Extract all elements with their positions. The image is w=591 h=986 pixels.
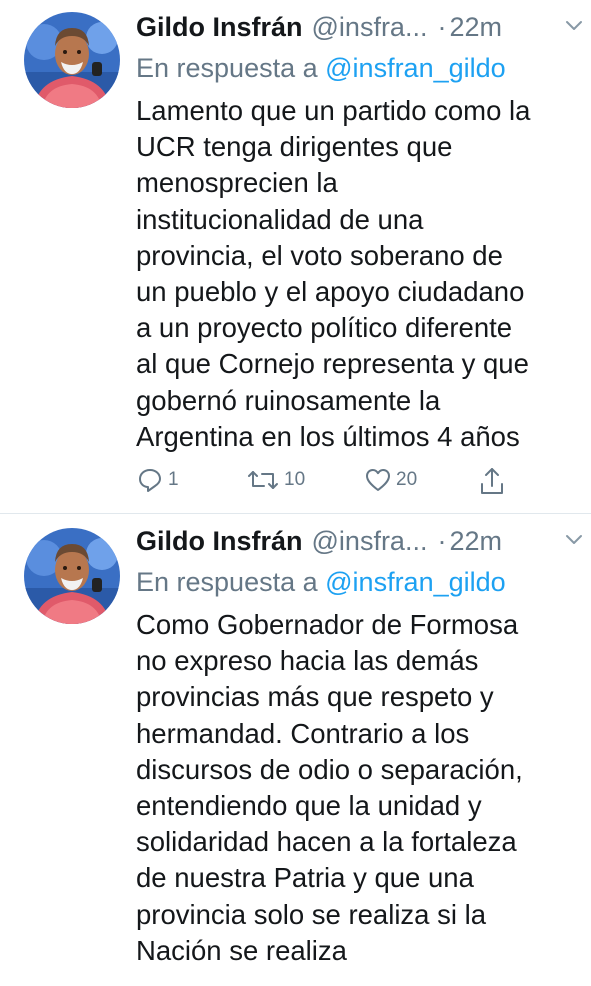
- author-handle[interactable]: @insfra...: [312, 12, 428, 43]
- like-count: 20: [396, 469, 418, 490]
- tweet[interactable]: Gildo Insfrán @insfra... · 22m En respue…: [0, 514, 591, 986]
- tweet-header: Gildo Insfrán @insfra... · 22m: [136, 6, 582, 48]
- tweet-text-line: entendiendo que la unidad y: [136, 790, 482, 822]
- tweet-text-line: provincias más que respeto y: [136, 681, 494, 713]
- reply-context: En respuesta a @insfran_gildo: [136, 564, 576, 600]
- author-name[interactable]: Gildo Insfrán: [136, 12, 303, 43]
- share-button[interactable]: [478, 466, 506, 496]
- tweet-header: Gildo Insfrán @insfra... · 22m: [136, 520, 582, 562]
- timestamp[interactable]: 22m: [449, 526, 502, 557]
- author-handle[interactable]: @insfra...: [312, 526, 428, 557]
- tweet-content: Gildo Insfrán @insfra... · 22m En respue…: [136, 520, 582, 969]
- separator-dot: ·: [437, 525, 447, 556]
- reply-count: 1: [168, 469, 179, 490]
- tweet-text-line: hermandad. Contrario a los: [136, 717, 470, 749]
- tweet-text-line: Lamento que un partido como la: [136, 95, 531, 126]
- tweet-text-line: UCR tenga dirigentes que: [136, 131, 453, 163]
- avatar-image: [24, 12, 120, 108]
- retweet-button[interactable]: 10: [246, 466, 305, 494]
- tweet-text-line: gobernó ruinosamente la: [136, 384, 441, 416]
- tweet-text-line: Argentina en los últimos 4 años: [136, 420, 520, 452]
- tweet-actions: 1 10 20: [136, 466, 576, 502]
- author-name[interactable]: Gildo Insfrán: [136, 526, 303, 557]
- timestamp[interactable]: 22m: [449, 12, 502, 43]
- tweet-text-line: Como Gobernador de Formosa: [136, 609, 519, 640]
- reply-button[interactable]: 1: [136, 466, 179, 494]
- tweet-text-line: Nación se realiza: [136, 934, 347, 966]
- avatar[interactable]: [24, 12, 120, 108]
- tweet-text-line: discursos de odio o separación,: [136, 753, 523, 785]
- avatar[interactable]: [24, 528, 120, 624]
- reply-icon: [139, 469, 161, 492]
- chevron-down-icon[interactable]: [564, 18, 584, 34]
- like-button[interactable]: 20: [364, 466, 417, 494]
- tweet-text-line: provincia, el voto soberano de: [136, 239, 503, 271]
- tweet-text-line: solidaridad hacen a la fortaleza: [136, 826, 517, 858]
- tweet-text-line: un pueblo y el apoyo ciudadano: [136, 276, 525, 308]
- tweet[interactable]: Gildo Insfrán @insfra... · 22m En respue…: [0, 0, 591, 514]
- tweet-text-line: al que Cornejo representa y que: [136, 348, 529, 380]
- avatar-image: [24, 528, 120, 624]
- tweet-text-line: no expreso hacia las demás: [136, 645, 479, 677]
- tweet-text: Como Gobernador de Formosa no expreso ha…: [136, 607, 576, 969]
- tweet-text-line: de nuestra Patria y que una: [136, 862, 474, 894]
- separator-dot: ·: [437, 11, 447, 42]
- chevron-down-icon[interactable]: [564, 532, 584, 548]
- tweet-text: Lamento que un partido como la UCR tenga…: [136, 93, 576, 455]
- share-icon: [481, 468, 503, 494]
- reply-prefix: En respuesta a: [136, 567, 318, 597]
- reply-mention-link[interactable]: @insfran_gildo: [325, 567, 506, 597]
- tweet-text-line: institucionalidad de una: [136, 203, 424, 235]
- reply-prefix: En respuesta a: [136, 53, 318, 83]
- retweet-icon: [248, 471, 278, 489]
- tweet-text-line: a un proyecto político diferente: [136, 312, 513, 344]
- retweet-count: 10: [284, 469, 306, 490]
- reply-mention-link[interactable]: @insfran_gildo: [325, 53, 506, 83]
- heart-icon: [366, 469, 390, 491]
- reply-context: En respuesta a @insfran_gildo: [136, 50, 576, 86]
- tweet-text-line: menosprecien la: [136, 167, 338, 199]
- tweet-text-line: provincia solo se realiza si la: [136, 898, 487, 930]
- tweet-content: Gildo Insfrán @insfra... · 22m En respue…: [136, 6, 582, 455]
